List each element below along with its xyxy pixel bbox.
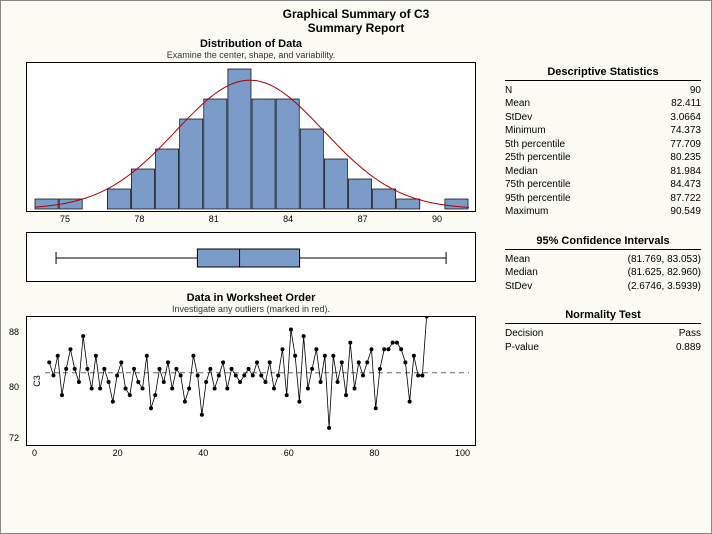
hist-tick: 75	[60, 214, 70, 224]
run-xtick: 60	[284, 448, 294, 458]
runchart-title: Data in Worksheet Order	[11, 292, 491, 304]
ci-median: Median(81.625, 82.960)	[505, 266, 701, 280]
y-axis-label: C3	[32, 375, 42, 387]
content-area: Distribution of Data Examine the center,…	[1, 38, 711, 466]
stat-median: Median81.984	[505, 165, 701, 179]
run-xtick: 0	[32, 448, 37, 458]
normality-title: Normality Test	[505, 309, 701, 324]
run-xtick: 20	[113, 448, 123, 458]
histogram-x-axis: 75 78 81 84 87 90	[26, 212, 476, 224]
run-xtick: 80	[369, 448, 379, 458]
stat-p75: 75th percentile84.473	[505, 178, 701, 192]
histogram-subtitle: Examine the center, shape, and variabili…	[11, 50, 491, 60]
runchart-x-axis: 0 20 40 60 80 100	[26, 446, 476, 458]
hist-tick: 87	[358, 214, 368, 224]
stat-p95: 95th percentile87.722	[505, 192, 701, 206]
stats-column: Descriptive Statistics N90 Mean82.411 St…	[505, 38, 701, 458]
norm-pvalue: P-value0.889	[505, 341, 701, 355]
run-ytick: 80	[9, 382, 19, 392]
normality-test: Normality Test DecisionPass P-value0.889	[505, 309, 701, 354]
stat-min: Minimum74.373	[505, 124, 701, 138]
stat-max: Maximum90.549	[505, 205, 701, 219]
ci-stdev: StDev(2.6746, 3.5939)	[505, 280, 701, 294]
hist-tick: 90	[432, 214, 442, 224]
histogram-title: Distribution of Data	[11, 38, 491, 50]
confidence-intervals: 95% Confidence Intervals Mean(81.769, 83…	[505, 235, 701, 294]
norm-decision: DecisionPass	[505, 327, 701, 341]
run-xtick: 100	[455, 448, 470, 458]
histogram-chart	[26, 62, 476, 212]
title-line1: Graphical Summary of C3	[1, 7, 711, 21]
hist-tick: 81	[209, 214, 219, 224]
stat-p5: 5th percentile77.709	[505, 138, 701, 152]
run-ytick: 88	[9, 327, 19, 337]
report-title: Graphical Summary of C3 Summary Report	[1, 1, 711, 38]
stat-mean: Mean82.411	[505, 97, 701, 111]
hist-tick: 84	[283, 214, 293, 224]
desc-stats-title: Descriptive Statistics	[505, 66, 701, 81]
ci-title: 95% Confidence Intervals	[505, 235, 701, 250]
charts-column: Distribution of Data Examine the center,…	[11, 38, 491, 458]
stat-stdev: StDev3.0664	[505, 111, 701, 125]
runchart-subtitle: Investigate any outliers (marked in red)…	[11, 304, 491, 314]
descriptive-stats: Descriptive Statistics N90 Mean82.411 St…	[505, 66, 701, 219]
stat-p25: 25th percentile80.235	[505, 151, 701, 165]
title-line2: Summary Report	[1, 21, 711, 35]
hist-tick: 78	[134, 214, 144, 224]
stat-n: N90	[505, 84, 701, 98]
boxplot-chart	[26, 232, 476, 282]
report-window: Graphical Summary of C3 Summary Report D…	[0, 0, 712, 534]
runchart: C3 88 80 72	[26, 316, 476, 446]
run-ytick: 72	[9, 433, 19, 443]
ci-mean: Mean(81.769, 83.053)	[505, 253, 701, 267]
run-xtick: 40	[198, 448, 208, 458]
